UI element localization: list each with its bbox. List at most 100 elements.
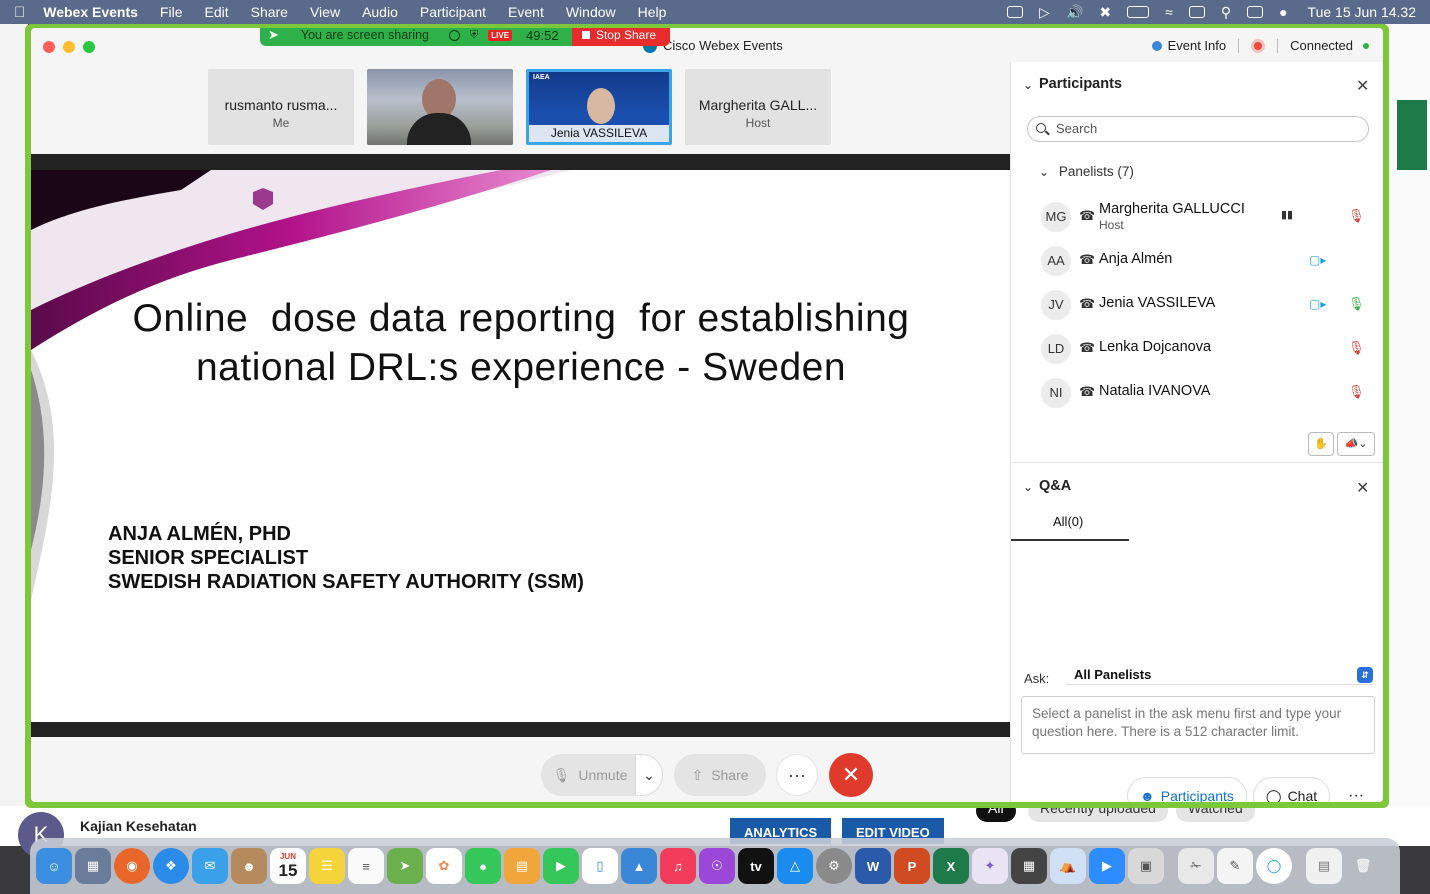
menu-edit[interactable]: Edit	[204, 4, 228, 20]
more-options-button[interactable]: ···	[776, 754, 818, 796]
music-icon[interactable]: ♫	[660, 848, 696, 884]
calculator-icon[interactable]: ▦	[1011, 848, 1047, 884]
apple-icon[interactable]: 	[14, 4, 25, 21]
textedit-icon[interactable]: ✎	[1217, 848, 1253, 884]
panelist-row[interactable]: AA ☎ Anja Almén ▢▸	[1041, 242, 1371, 282]
thumbnail-name: rusmanto rusma...	[224, 97, 338, 113]
mic-muted-icon[interactable]: 🎙	[1348, 384, 1365, 400]
battery-icon[interactable]	[1127, 6, 1150, 18]
qa-tab-all[interactable]: All(0)	[1053, 514, 1083, 529]
bluetooth-icon[interactable]: ✖	[1099, 4, 1111, 21]
menu-file[interactable]: File	[160, 4, 183, 20]
menu-view[interactable]: View	[310, 4, 340, 20]
screen-sharing-icon[interactable]: ▣	[1128, 848, 1164, 884]
apple-tv-icon[interactable]: tv	[738, 848, 774, 884]
chevron-down-icon[interactable]: ⌄	[1023, 78, 1033, 92]
zoom-icon[interactable]: ▶	[1089, 848, 1125, 884]
contacts-icon[interactable]: ☻	[231, 848, 267, 884]
webex-status-icon[interactable]	[1007, 6, 1024, 18]
calendar-icon[interactable]: JUN 15	[270, 848, 306, 884]
spotlight-search-icon[interactable]: ⚲	[1221, 4, 1231, 21]
podcasts-icon[interactable]: ☉	[699, 848, 735, 884]
app-store-icon[interactable]: △	[777, 848, 813, 884]
close-qa-panel-icon[interactable]: ✕	[1356, 478, 1369, 498]
menu-event[interactable]: Event	[508, 4, 544, 20]
leave-meeting-button[interactable]: ✕	[829, 753, 873, 797]
panelist-row[interactable]: NI ☎ Natalia IVANOVA 🎙	[1041, 374, 1371, 414]
instruments-icon[interactable]: ✦	[972, 848, 1008, 884]
books-icon[interactable]: ▤	[504, 848, 540, 884]
menu-window[interactable]: Window	[566, 4, 616, 20]
window-close-button[interactable]	[43, 41, 55, 53]
photos-icon[interactable]: ✿	[426, 848, 462, 884]
video-thumbnail-active-speaker[interactable]: IAEA Jenia VASSILEVA	[526, 69, 672, 145]
menu-help[interactable]: Help	[638, 4, 667, 20]
event-info-link[interactable]: Event Info	[1168, 38, 1227, 53]
documents-folder-icon[interactable]: ▤	[1306, 848, 1342, 884]
slide-decoration	[31, 170, 571, 600]
share-button[interactable]: ⇧ Share	[674, 754, 766, 796]
stop-share-button[interactable]: Stop Share	[571, 28, 670, 46]
finder-icon[interactable]: ☺	[36, 848, 72, 884]
menu-app-name[interactable]: Webex Events	[43, 4, 138, 20]
lower-all-hands-button[interactable]: 📣⌄	[1337, 432, 1375, 456]
word-icon[interactable]: W	[855, 848, 891, 884]
preview-icon[interactable]: ⛺	[1050, 848, 1086, 884]
keyboard-icon[interactable]	[1188, 6, 1205, 18]
messages-icon[interactable]: ●	[465, 848, 501, 884]
firefox-icon[interactable]: ◉	[114, 848, 150, 884]
mic-muted-icon[interactable]: 🎙	[1348, 340, 1365, 356]
numbers-icon[interactable]: ▯	[582, 848, 618, 884]
participants-toggle-button[interactable]: ☻ Participants	[1127, 777, 1247, 802]
panelist-row[interactable]: JV ☎ Jenia VASSILEVA ▢▸ 🎙	[1041, 286, 1371, 326]
file-share-icon[interactable]: ✁	[1178, 848, 1214, 884]
recording-icon[interactable]	[1251, 38, 1266, 53]
panelist-name: Margherita GALLUCCI	[1099, 201, 1245, 217]
pin-icon[interactable]: ➤	[268, 28, 279, 43]
panelists-count: Panelists (7)	[1058, 164, 1134, 179]
maps-icon[interactable]: ➤	[387, 848, 423, 884]
stop-share-label: Stop Share	[595, 28, 656, 42]
ask-recipient-select[interactable]: All Panelists ⇵	[1066, 665, 1373, 685]
excel-icon[interactable]: X	[933, 848, 969, 884]
menu-share[interactable]: Share	[251, 4, 288, 20]
keynote-icon[interactable]: ▲	[621, 848, 657, 884]
panelist-row[interactable]: LD ☎ Lenka Dojcanova 🎙	[1041, 330, 1371, 370]
launchpad-icon[interactable]: ▦	[75, 848, 111, 884]
question-input[interactable]: Select a panelist in the ask menu first …	[1021, 696, 1375, 754]
more-panels-button[interactable]: ···	[1336, 777, 1377, 802]
menu-participant[interactable]: Participant	[420, 4, 486, 20]
system-preferences-icon[interactable]: ⚙	[816, 848, 852, 884]
powerpoint-icon[interactable]: P	[894, 848, 930, 884]
volume-icon[interactable]: 🔊	[1066, 4, 1083, 21]
close-participants-panel-icon[interactable]: ✕	[1356, 76, 1369, 96]
chevron-down-icon[interactable]: ⌄	[1023, 480, 1033, 494]
facetime-icon[interactable]: ▶	[543, 848, 579, 884]
mail-icon[interactable]: ✉	[192, 848, 228, 884]
safari-icon[interactable]: ❖	[153, 848, 189, 884]
play-icon[interactable]: ▷	[1039, 4, 1050, 21]
notes-icon[interactable]: ☰	[309, 848, 345, 884]
wifi-icon[interactable]: ≈	[1165, 4, 1173, 20]
raise-hand-button[interactable]: ✋	[1308, 432, 1334, 456]
panelist-row[interactable]: MG ☎ Margherita GALLUCCI Host ▮▮ 🎙	[1041, 198, 1371, 238]
window-minimize-button[interactable]	[63, 41, 75, 53]
window-fullscreen-button[interactable]	[83, 41, 95, 53]
audio-options-dropdown[interactable]: ⌄	[635, 754, 663, 796]
control-center-icon[interactable]	[1247, 6, 1264, 18]
mic-muted-icon[interactable]: 🎙	[1348, 208, 1365, 224]
video-thumbnail-host[interactable]: Margherita GALL... Host	[685, 69, 831, 145]
panelists-section-toggle[interactable]: ⌄ Panelists (7)	[1039, 164, 1134, 179]
menubar-clock[interactable]: Tue 15 Jun 14.32	[1308, 4, 1416, 20]
menu-audio[interactable]: Audio	[362, 4, 398, 20]
webex-dock-icon[interactable]: ◯	[1256, 848, 1292, 884]
video-thumbnail-self[interactable]: rusmanto rusma... Me	[208, 69, 354, 145]
mic-active-icon[interactable]: 🎙	[1348, 296, 1365, 312]
chat-toggle-button[interactable]: ◯ Chat	[1252, 777, 1331, 802]
participant-search-input[interactable]: Search	[1027, 116, 1369, 142]
video-thumbnail-camera[interactable]	[367, 69, 513, 145]
trash-icon[interactable]: 🗑	[1345, 848, 1381, 884]
reminders-icon[interactable]: ≡	[348, 848, 384, 884]
channel-name[interactable]: Kajian Kesehatan	[80, 818, 197, 834]
siri-icon[interactable]: ●	[1279, 4, 1287, 20]
